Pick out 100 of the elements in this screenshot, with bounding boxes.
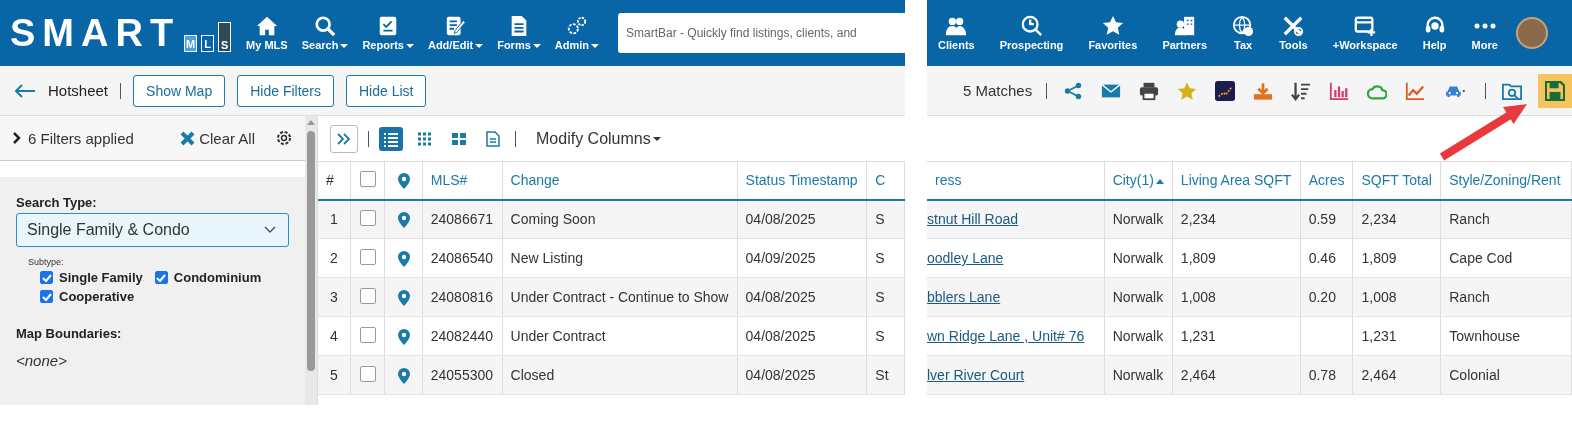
table-cell: 0.46 (1300, 238, 1353, 278)
save-button[interactable] (1538, 73, 1572, 108)
settings-icon[interactable] (275, 129, 293, 147)
star-icon (1101, 15, 1124, 37)
modify-columns-button[interactable]: Modify Columns (526, 129, 661, 148)
column-header[interactable]: ress (927, 161, 1105, 200)
table-cell: Cape Cod (1440, 238, 1572, 278)
table-cell: Coming Soon (502, 199, 738, 239)
table-cell: Norwalk (1104, 355, 1173, 395)
nav-item[interactable]: Tax (1225, 15, 1262, 51)
clear-all-button[interactable]: Clear All (180, 129, 255, 147)
nav-item[interactable]: More (1464, 15, 1505, 51)
list-view-icon (383, 130, 399, 147)
table-cell: 04/08/2025 (737, 355, 867, 395)
checkbox[interactable] (154, 271, 168, 284)
table-cell: 2 (318, 238, 351, 278)
table-cell: 1,008 (1353, 277, 1441, 317)
address-link[interactable]: stnut Hill Road (927, 211, 1019, 228)
field-value: <none> (16, 352, 68, 369)
filters-button[interactable]: Hide Filters (237, 74, 334, 107)
column-header[interactable]: C (866, 161, 905, 200)
nav-item[interactable]: My MLS (239, 15, 295, 51)
address-link[interactable]: wn Ridge Lane , Unit# 76 (927, 328, 1085, 344)
share-icon (1063, 80, 1084, 101)
column-header: # (318, 161, 351, 200)
checkbox[interactable] (40, 271, 53, 284)
trend-button[interactable] (1213, 78, 1238, 103)
chevron-icon[interactable] (12, 132, 22, 144)
table-cell: 0.20 (1300, 277, 1353, 317)
search-type-dropdown[interactable]: Single Family & Condo (16, 213, 289, 247)
double-chevron-icon (337, 132, 351, 145)
table-cell: 0.78 (1300, 355, 1353, 395)
checkbox-label: Single Family (59, 270, 143, 285)
column-header[interactable]: Style/Zoning/Rent (1440, 161, 1572, 200)
list-button[interactable]: Hide List (346, 74, 427, 107)
logo-letter: L (201, 35, 215, 52)
table-cell: Norwalk (1104, 316, 1173, 356)
table-cell: 5 (318, 355, 351, 395)
table-cell: Ranch (1440, 277, 1572, 317)
search-field[interactable]: SmartBar - Quickly find listings, clients, and (618, 13, 905, 53)
table-cell: 3 (318, 277, 351, 317)
column-header[interactable]: Status Timestamp (737, 161, 867, 200)
map-pin-icon[interactable] (397, 250, 410, 267)
nav-item[interactable]: Prospecting (992, 15, 1071, 51)
field-label: Map Boundaries: (16, 326, 123, 341)
page-title: Hotsheet (48, 82, 109, 99)
address-link[interactable]: bblers Lane (927, 289, 1001, 305)
address-link[interactable]: oodley Lane (927, 250, 1004, 266)
table-cell: Under Contract (502, 316, 738, 356)
column-header[interactable]: Acres (1300, 161, 1353, 200)
column-header[interactable]: City(1) (1104, 161, 1173, 200)
nav-item[interactable]: +Workspace (1325, 15, 1405, 51)
save-icon (1545, 80, 1565, 101)
nav-item[interactable]: Reports (355, 15, 421, 51)
list-view-button[interactable] (379, 126, 403, 151)
tile-view-icon (451, 130, 467, 147)
map-pin-icon[interactable] (397, 328, 410, 345)
nav-item[interactable]: Clients (931, 15, 982, 51)
checkbox[interactable] (40, 290, 53, 303)
checkbox[interactable] (359, 287, 376, 304)
table-cell: Norwalk (1104, 199, 1173, 239)
checkbox[interactable] (359, 326, 376, 343)
nav-item[interactable]: Search (294, 15, 356, 51)
nav-item[interactable]: Add/Edit (420, 15, 491, 51)
table-cell: S (866, 277, 905, 317)
map-pin-icon[interactable] (397, 289, 410, 306)
nav-item[interactable]: Tools (1272, 15, 1315, 51)
table-cell: 24086671 (422, 199, 503, 239)
back-arrow-icon[interactable] (14, 82, 36, 99)
nav-item[interactable]: Partners (1155, 15, 1214, 51)
logo-letter: M (184, 35, 198, 52)
column-header[interactable]: Change (502, 161, 738, 200)
avatar[interactable] (1515, 17, 1548, 49)
checkbox[interactable] (359, 365, 376, 382)
address-link[interactable]: lver River Court (927, 367, 1025, 383)
scrollbar[interactable] (305, 116, 317, 405)
table-cell: Colonial (1440, 355, 1572, 395)
checkbox[interactable] (359, 248, 376, 265)
nav-item[interactable]: Forms (490, 15, 548, 51)
star-icon (1177, 80, 1198, 101)
checkbox[interactable] (359, 170, 376, 187)
scroll-up-icon[interactable] (307, 120, 315, 125)
window-icon (1354, 15, 1377, 37)
table-cell: Ranch (1440, 199, 1572, 239)
table-cell: 1,809 (1172, 238, 1301, 278)
map-pin-icon[interactable] (397, 211, 410, 228)
checkbox[interactable] (359, 209, 376, 226)
table-cell: S (866, 316, 905, 356)
column-header[interactable]: SQFT Total (1353, 161, 1441, 200)
nav-item[interactable]: Help (1415, 15, 1454, 51)
column-header[interactable]: MLS# (422, 161, 503, 200)
column-header[interactable]: Living Area SQFT (1172, 161, 1301, 200)
map-pin-icon[interactable] (397, 367, 410, 384)
map-button[interactable]: Show Map (133, 74, 226, 107)
expand-button[interactable] (330, 124, 358, 153)
bar-chart-icon (1329, 80, 1350, 101)
checkbox-label: Cooperative (59, 289, 135, 304)
nav-item[interactable]: Admin (547, 15, 606, 51)
nav-item[interactable]: Favorites (1081, 15, 1145, 51)
logo-letter: S (218, 22, 232, 52)
